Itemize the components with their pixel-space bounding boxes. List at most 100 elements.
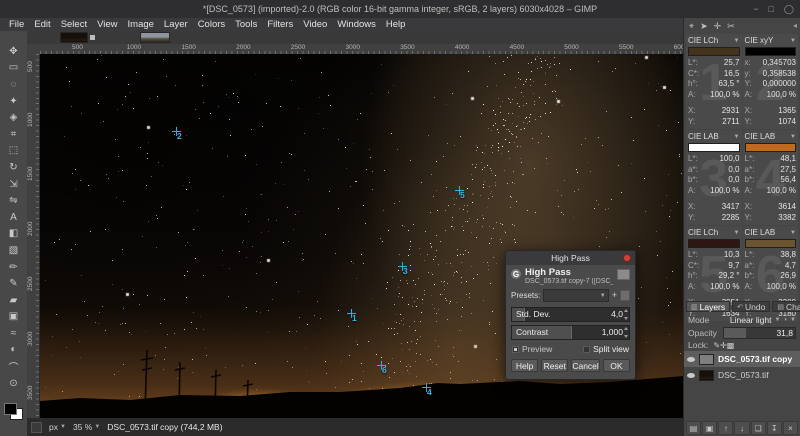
crop-tool[interactable]: ⌗ xyxy=(5,126,23,143)
flip-tool[interactable]: ⇋ xyxy=(5,192,23,209)
color-model-select[interactable]: CIE LAB▼ xyxy=(745,227,797,238)
contrast-slider[interactable]: Contrast1,000 xyxy=(511,325,630,340)
select-by-color-tool[interactable]: ◈ xyxy=(5,109,23,126)
color-model-select[interactable]: CIE xyY▼ xyxy=(745,35,797,46)
dialog-title: High Pass xyxy=(551,253,590,263)
opacity-slider[interactable]: 31,8 xyxy=(723,327,796,339)
foreground-color-swatch[interactable] xyxy=(4,403,17,415)
menu-colors[interactable]: Colors xyxy=(193,19,230,30)
tab-channels[interactable]: ▤Channels xyxy=(772,301,800,312)
color-model-select[interactable]: CIE LAB▼ xyxy=(688,131,740,142)
tool-options-tab-icon[interactable]: ✂ xyxy=(727,21,735,32)
spinner-arrows-icon[interactable] xyxy=(624,309,628,320)
paintbrush-tool[interactable]: ✎ xyxy=(5,275,23,292)
sample-point-marker-5[interactable]: 5 xyxy=(455,186,467,198)
ok-button[interactable]: OK xyxy=(603,359,630,372)
presets-combo[interactable]: ▼ xyxy=(543,289,608,302)
color-model-select[interactable]: CIE LCh▼ xyxy=(688,35,740,46)
std-dev--slider[interactable]: Std. Dev.4,0 xyxy=(511,307,630,322)
preview-checkbox[interactable]: Preview xyxy=(512,344,552,354)
slider-value: 4,0 xyxy=(611,308,623,321)
paths-tool[interactable]: ⌒ xyxy=(5,358,23,375)
vertical-ruler[interactable]: 500100015002000250030003500 xyxy=(27,54,40,418)
dialog-close-icon[interactable] xyxy=(623,254,631,262)
lower-layer-button[interactable]: ↓ xyxy=(734,421,749,435)
menu-layer[interactable]: Layer xyxy=(159,19,193,30)
tab-undo[interactable]: ↶Undo xyxy=(732,301,770,312)
text-tool[interactable]: A xyxy=(5,209,23,226)
menu-filters[interactable]: Filters xyxy=(262,19,298,30)
split-view-checkbox[interactable]: Split view xyxy=(583,344,629,354)
clone-tool[interactable]: ▣ xyxy=(5,309,23,326)
fg-bg-color-swatch[interactable] xyxy=(4,403,23,420)
sample-point-marker-1[interactable]: 1 xyxy=(347,309,359,321)
visibility-eye-icon[interactable] xyxy=(687,357,695,362)
sample-point-marker-3[interactable]: 3 xyxy=(398,262,410,274)
help-button[interactable]: Help xyxy=(511,359,538,372)
anchor-layer-button[interactable]: ↧ xyxy=(767,421,782,435)
free-select-tool[interactable]: ◌ xyxy=(5,76,23,93)
unified-transform-tool[interactable]: ⬚ xyxy=(5,143,23,160)
tab-layers[interactable]: ▥Layers xyxy=(686,301,730,312)
menu-windows[interactable]: Windows xyxy=(332,19,381,30)
new-layer-button[interactable]: ▤ xyxy=(686,421,701,435)
delete-layer-button[interactable]: × xyxy=(783,421,798,435)
pointer-dialog-tab-icon[interactable]: ⌖ xyxy=(689,21,694,32)
menu-video[interactable]: Video xyxy=(298,19,332,30)
zoom-select[interactable]: 35 %▼ xyxy=(73,422,100,432)
status-filename: DSC_0573.tif copy (744,2 MB) xyxy=(107,422,222,432)
dodge-burn-tool[interactable]: ◐ xyxy=(5,342,23,359)
sample-point-marker-4[interactable]: 4 xyxy=(422,383,434,395)
dock-collapse-icon[interactable]: ◂ xyxy=(793,21,797,30)
menu-help[interactable]: Help xyxy=(381,19,411,30)
add-preset-icon[interactable]: + xyxy=(612,291,617,300)
menu-tools[interactable]: Tools xyxy=(230,19,262,30)
sample-point-marker-6[interactable]: 6 xyxy=(377,361,389,373)
color-model-select[interactable]: CIE LAB▼ xyxy=(745,131,797,142)
maximize-button-icon[interactable]: □ xyxy=(768,4,773,14)
quick-mask-toggle[interactable] xyxy=(31,422,42,433)
rectangle-select-tool[interactable]: ▭ xyxy=(5,60,23,77)
move-tool[interactable]: ✥ xyxy=(5,43,23,60)
smudge-tool[interactable]: ≈ xyxy=(5,325,23,342)
raise-layer-button[interactable]: ↑ xyxy=(718,421,733,435)
bucket-fill-tool[interactable]: ◧ xyxy=(5,226,23,243)
scale-tool[interactable]: ⇲ xyxy=(5,176,23,193)
close-button-icon[interactable]: ◯ xyxy=(784,4,794,15)
image-tab-dsc0573[interactable] xyxy=(60,32,88,43)
menu-file[interactable]: File xyxy=(4,19,29,30)
menu-image[interactable]: Image xyxy=(123,19,159,30)
sample-points-tab-icon[interactable]: ➤ xyxy=(700,21,708,32)
rotate-tool[interactable]: ↻ xyxy=(5,159,23,176)
layer-mode-select[interactable]: Linear light ▼ ◑ ▼ xyxy=(730,315,796,325)
menu-view[interactable]: View xyxy=(92,19,122,30)
coord-value: 1074 xyxy=(778,117,796,128)
lock-alpha-icon[interactable]: ▩ xyxy=(727,341,735,350)
gradient-tool[interactable]: ▧ xyxy=(5,242,23,259)
blend-space-icon[interactable]: ◑ xyxy=(783,317,787,323)
window-titlebar[interactable]: *[DSC_0573] (imported)-2.0 (RGB color 16… xyxy=(0,0,800,18)
manage-presets-icon[interactable] xyxy=(620,290,630,301)
image-tab-second[interactable] xyxy=(140,32,170,43)
menu-edit[interactable]: Edit xyxy=(29,19,55,30)
color-model-select[interactable]: CIE LCh▼ xyxy=(688,227,740,238)
layer-row[interactable]: DSC_0573.tif copy xyxy=(684,351,800,367)
histogram-tab-icon[interactable]: ✛ xyxy=(714,21,722,32)
layer-row[interactable]: DSC_0573.tif xyxy=(684,367,800,383)
unit-select[interactable]: px▼ xyxy=(49,422,66,432)
minimize-button-icon[interactable]: − xyxy=(753,4,758,14)
eraser-tool[interactable]: ▰ xyxy=(5,292,23,309)
spinner-arrows-icon[interactable] xyxy=(624,327,628,338)
sample-point-marker-2[interactable]: 2 xyxy=(172,127,184,139)
dialog-titlebar[interactable]: High Pass xyxy=(506,251,635,265)
fuzzy-select-tool[interactable]: ✦ xyxy=(5,93,23,110)
color-picker-tool[interactable]: ⊙ xyxy=(5,375,23,392)
cancel-button[interactable]: Cancel xyxy=(571,359,599,372)
menu-select[interactable]: Select xyxy=(56,19,92,30)
duplicate-layer-button[interactable]: ❏ xyxy=(751,421,766,435)
lock-position-icon[interactable]: ✛ xyxy=(720,341,727,350)
pencil-tool[interactable]: ✏ xyxy=(5,259,23,276)
visibility-eye-icon[interactable] xyxy=(687,373,695,378)
reset-button[interactable]: Reset xyxy=(541,359,568,372)
new-group-button[interactable]: ▣ xyxy=(702,421,717,435)
